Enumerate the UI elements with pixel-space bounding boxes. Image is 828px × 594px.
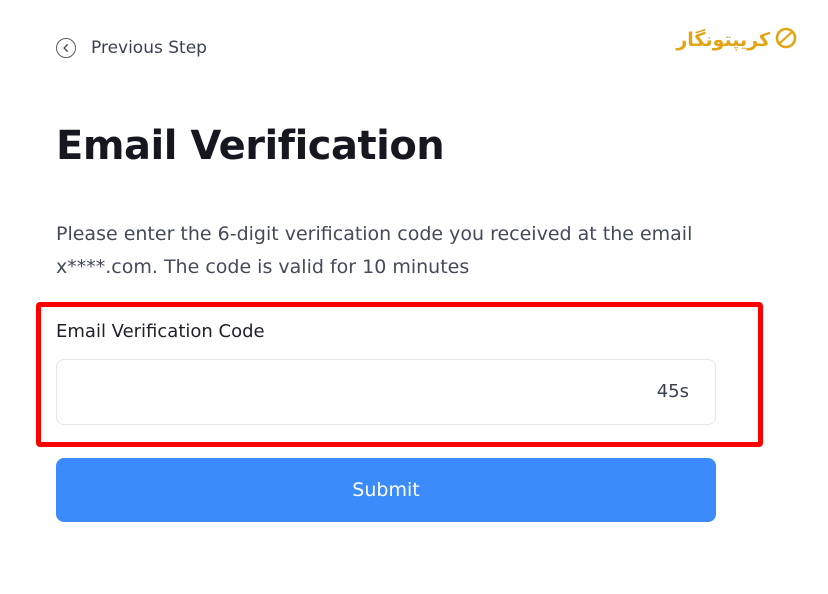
previous-step-label: Previous Step (91, 38, 207, 58)
submit-button[interactable]: Submit (56, 458, 716, 522)
verification-code-field[interactable]: 45s (56, 359, 716, 425)
page-title: Email Verification (56, 123, 445, 169)
instructions-text: Please enter the 6-digit verification co… (56, 223, 693, 278)
previous-step-link[interactable]: Previous Step (56, 36, 207, 60)
watermark-text: کریپتونگار (676, 29, 770, 51)
crypto-coin-icon (774, 26, 798, 54)
resend-countdown: 45s (656, 381, 689, 402)
code-field-label: Email Verification Code (56, 321, 265, 342)
watermark-logo: کریپتونگار (676, 26, 798, 54)
chevron-left-circle-icon (56, 38, 76, 58)
verification-code-input[interactable] (57, 360, 617, 424)
